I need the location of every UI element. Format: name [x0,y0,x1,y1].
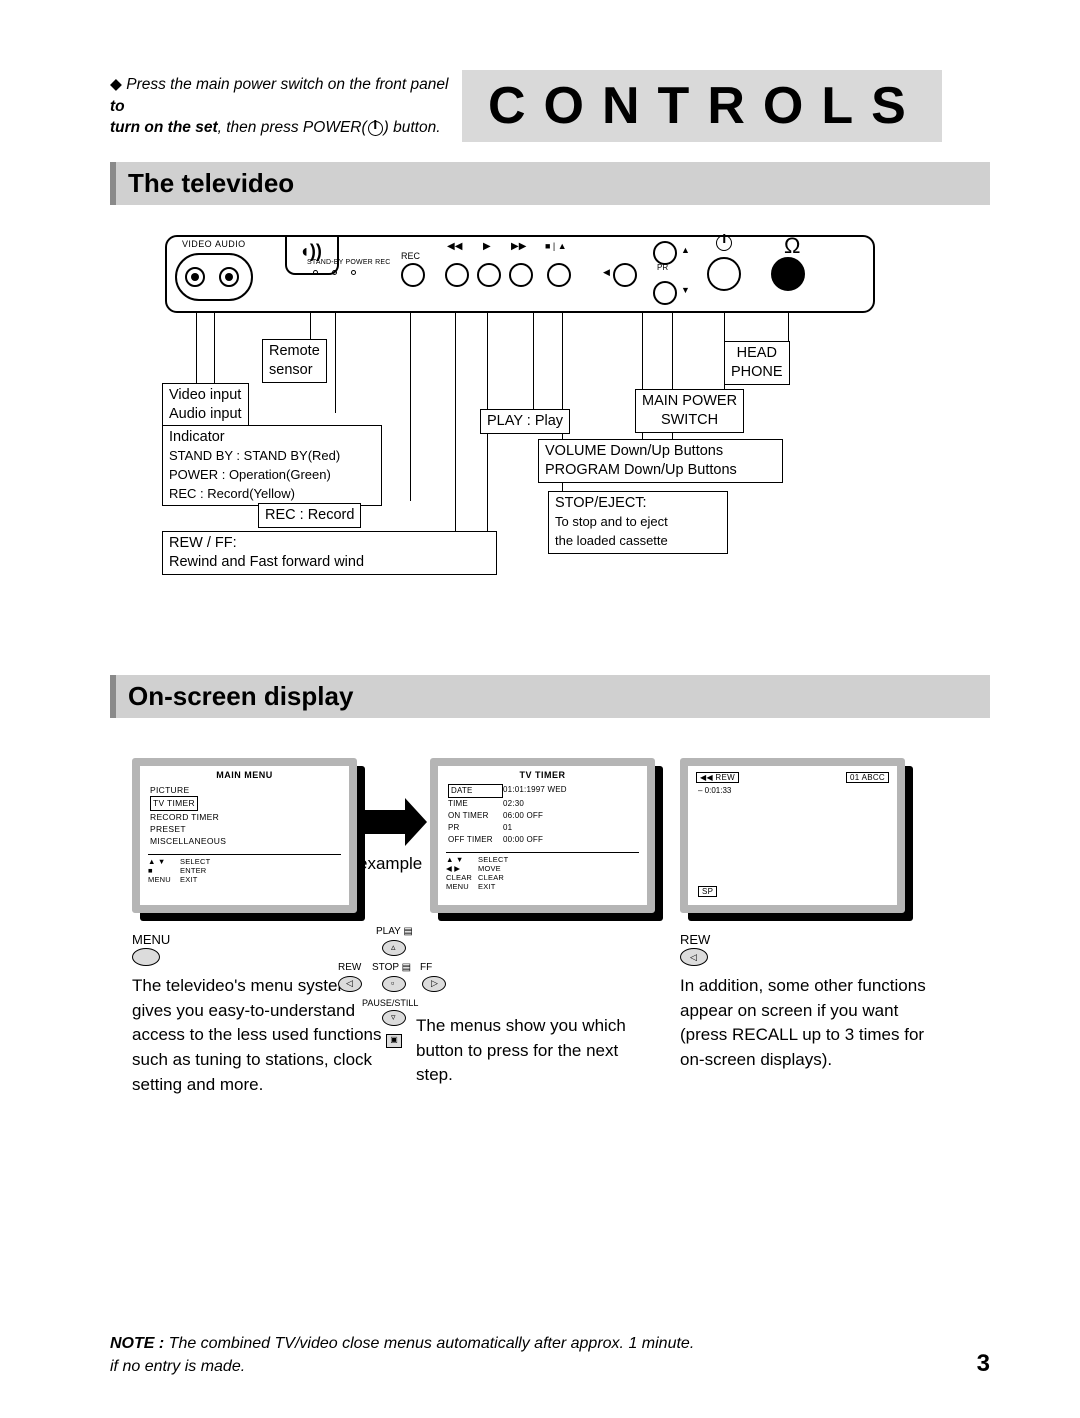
down-tri-icon: ▼ [681,285,690,295]
up-tri-icon: ▲ [681,245,690,255]
rew-button [445,263,469,287]
pause-nav-button-icon: ▿ [382,1010,406,1026]
headphone-icon: Ω [784,233,800,259]
rew-button-label: REW [338,962,361,973]
stop-eject-button [547,263,571,287]
pr-label: PR [657,263,668,272]
play-glyph-icon: ▶ [483,241,491,252]
volume-pr-group: ◀ ▲ ▼ PR [607,241,677,311]
headphone-jack [771,257,805,291]
callout-remote-sensor: Remote sensor [262,339,327,383]
rew-nav-button-icon: ◁ [338,976,362,992]
osd-col3-text: In addition, some other functions appear… [680,974,940,1073]
osd-tv-timer-screen: TV TIMER DATE01:01:1997 WED TIME02:30 ON… [430,758,655,913]
callout-vol-prog: VOLUME Down/Up Buttons PROGRAM Down/Up B… [538,439,783,483]
osd-status-screen: ◀◀ REW – 0:01:33 01 ABCC SP [680,758,905,913]
osd-tv-timer-title: TV TIMER [438,766,647,780]
audio-jack [219,267,239,287]
osd-section: MAIN MENU PICTURE TV TIMER RECORD TIMER … [110,758,990,1238]
menu-button-icon [132,948,160,966]
indicator-dots [313,270,356,275]
callout-stop-eject: STOP/EJECT: To stop and to eject the loa… [548,491,728,554]
arrow-icon [365,810,405,834]
rec-label: REC [401,251,420,261]
stop-button-label: STOP ▤ [372,962,411,973]
power-mini-icon [716,235,732,251]
section-heading-televideo: The televideo [110,162,990,205]
osd-col2-text: The menus show you which button to press… [416,1014,656,1088]
menu-button-label: MENU [132,932,170,947]
callout-headphone: HEAD PHONE [724,341,790,385]
left-tri-icon: ◀ [603,267,610,278]
play-nav-button-icon: ▵ [382,940,406,956]
audio-label: AUDIO [215,239,246,249]
header-row: ◆ Press the main power switch on the fro… [110,70,990,142]
ff-button-label: FF [420,962,432,973]
callout-indicator: Indicator STAND BY : STAND BY(Red) POWER… [162,425,382,506]
osd-col1-text: The televideo's menu system gives you ea… [132,974,392,1097]
stop-nav-button-icon: ▫ [382,976,406,992]
power-icon [368,121,383,136]
intro-text: ◆ Press the main power switch on the fro… [110,70,450,139]
osd-tv-timer-rows: DATE01:01:1997 WED TIME02:30 ON TIMER06:… [438,780,647,846]
ff-nav-button-icon: ▷ [422,976,446,992]
av-jack-group [175,253,253,301]
osd-rew-badge: ◀◀ REW [696,772,739,783]
rew-button-label-2: REW [680,932,710,947]
callout-rew-ff: REW / FF: Rewind and Fast forward wind [162,531,497,575]
televideo-diagram: VIDEO AUDIO ◖)) STAND-BY POWER REC REC ◀… [110,235,990,615]
stop-glyph-icon: ■ | ▲ [545,241,567,251]
video-label: VIDEO [182,239,212,249]
play-button-label: PLAY ▤ [376,926,413,937]
center-nav-button-icon: ▣ [386,1034,402,1048]
osd-time-badge: – 0:01:33 [698,786,731,795]
rew-button-icon: ◁ [680,948,708,966]
osd-main-menu-list: PICTURE TV TIMER RECORD TIMER PRESET MIS… [140,780,349,848]
front-panel: VIDEO AUDIO ◖)) STAND-BY POWER REC REC ◀… [165,235,875,313]
example-label: example [358,854,422,874]
footer-note: NOTE : The combined TV/video close menus… [110,1333,990,1378]
vol-down-button [613,263,637,287]
arrow-head-icon [405,798,427,846]
osd-main-menu-screen: MAIN MENU PICTURE TV TIMER RECORD TIMER … [132,758,357,913]
main-power-switch [707,257,741,291]
osd-sp-badge: SP [698,886,717,897]
callout-main-power: MAIN POWER SWITCH [635,389,744,433]
callout-av-input: Video input Audio input [162,383,249,427]
osd-main-menu-title: MAIN MENU [140,766,349,780]
ff-glyph-icon: ▶▶ [511,241,526,252]
controls-title: CONTROLS [462,70,942,142]
ff-button [509,263,533,287]
osd-abcc-badge: 01 ABCC [846,772,889,783]
callout-play: PLAY : Play [480,409,570,434]
indicator-labels: STAND-BY POWER REC [307,259,390,266]
play-button [477,263,501,287]
pr-down-button [653,281,677,305]
callout-rec: REC : Record [258,503,361,528]
section-heading-osd: On-screen display [110,675,990,718]
rew-glyph-icon: ◀◀ [447,241,462,252]
rec-button [401,263,425,287]
pr-up-button [653,241,677,265]
page-number: 3 [977,1350,990,1378]
video-jack [185,267,205,287]
pause-button-label: PAUSE/STILL [362,998,418,1008]
